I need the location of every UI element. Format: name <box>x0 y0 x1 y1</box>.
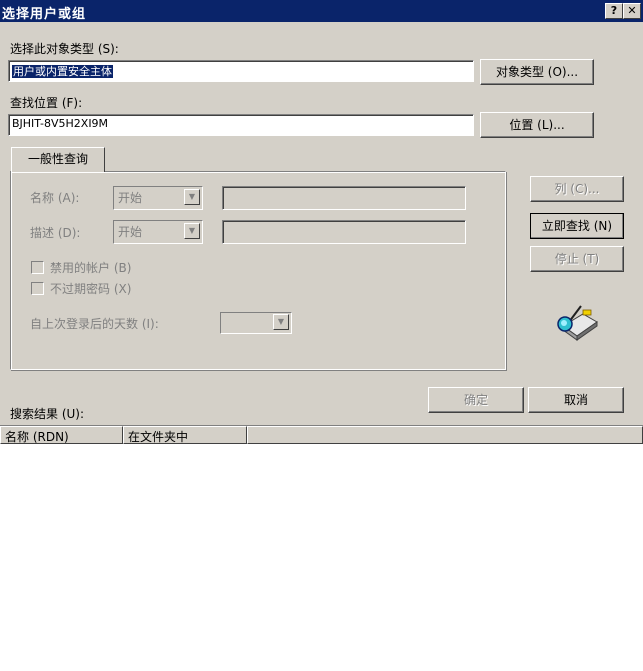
disabled-accounts-label: 禁用的帐户 (B) <box>50 261 132 275</box>
help-button[interactable]: ? <box>605 3 623 19</box>
column-header-name[interactable]: 名称 (RDN) <box>0 426 123 444</box>
object-type-label: 选择此对象类型 (S): <box>10 42 119 56</box>
disabled-accounts-checkbox[interactable] <box>31 261 44 274</box>
non-expiring-passwords-checkbox[interactable] <box>31 282 44 295</box>
chevron-down-icon: ▼ <box>273 314 289 330</box>
description-label: 描述 (D): <box>30 226 81 240</box>
find-now-button[interactable]: 立即查找 (N) <box>530 213 624 239</box>
days-since-logon-label: 自上次登录后的天数 (I): <box>30 317 159 331</box>
column-header-filler <box>247 426 643 444</box>
title-bar[interactable]: 选择用户或组 ? ✕ <box>0 0 643 22</box>
name-mode-select[interactable]: 开始 ▼ <box>113 186 203 210</box>
description-mode-select[interactable]: 开始 ▼ <box>113 220 203 244</box>
search-results-label: 搜索结果 (U): <box>10 407 85 421</box>
tab-general-query[interactable]: 一般性查询 <box>11 147 105 172</box>
name-input[interactable] <box>222 186 466 210</box>
days-since-logon-select[interactable]: ▼ <box>220 312 292 334</box>
description-mode-value: 开始 <box>118 225 143 239</box>
chevron-down-icon: ▼ <box>184 223 200 239</box>
location-field[interactable]: BJHIT-8V5H2XI9M <box>8 114 474 136</box>
ok-button[interactable]: 确定 <box>428 387 524 413</box>
search-animation-icon <box>557 305 598 341</box>
columns-button[interactable]: 列 (C)... <box>530 176 624 202</box>
locations-button[interactable]: 位置 (L)... <box>480 112 594 138</box>
location-label: 查找位置 (F): <box>10 96 83 110</box>
window-title: 选择用户或组 <box>2 7 87 22</box>
search-results-list[interactable]: 名称 (RDN) 在文件夹中 <box>0 425 643 671</box>
location-value: BJHIT-8V5H2XI9M <box>12 117 109 130</box>
chevron-down-icon: ▼ <box>184 189 200 205</box>
stop-button[interactable]: 停止 (T) <box>530 246 624 272</box>
non-expiring-passwords-label: 不过期密码 (X) <box>50 282 132 296</box>
cancel-button[interactable]: 取消 <box>528 387 624 413</box>
object-types-button[interactable]: 对象类型 (O)... <box>480 59 594 85</box>
object-type-field[interactable]: 用户或内置安全主体 <box>8 60 474 82</box>
column-header-folder[interactable]: 在文件夹中 <box>123 426 247 444</box>
close-button[interactable]: ✕ <box>623 3 641 19</box>
description-input[interactable] <box>222 220 466 244</box>
name-mode-value: 开始 <box>118 191 143 205</box>
name-label: 名称 (A): <box>30 191 80 205</box>
object-type-value: 用户或内置安全主体 <box>12 65 113 78</box>
